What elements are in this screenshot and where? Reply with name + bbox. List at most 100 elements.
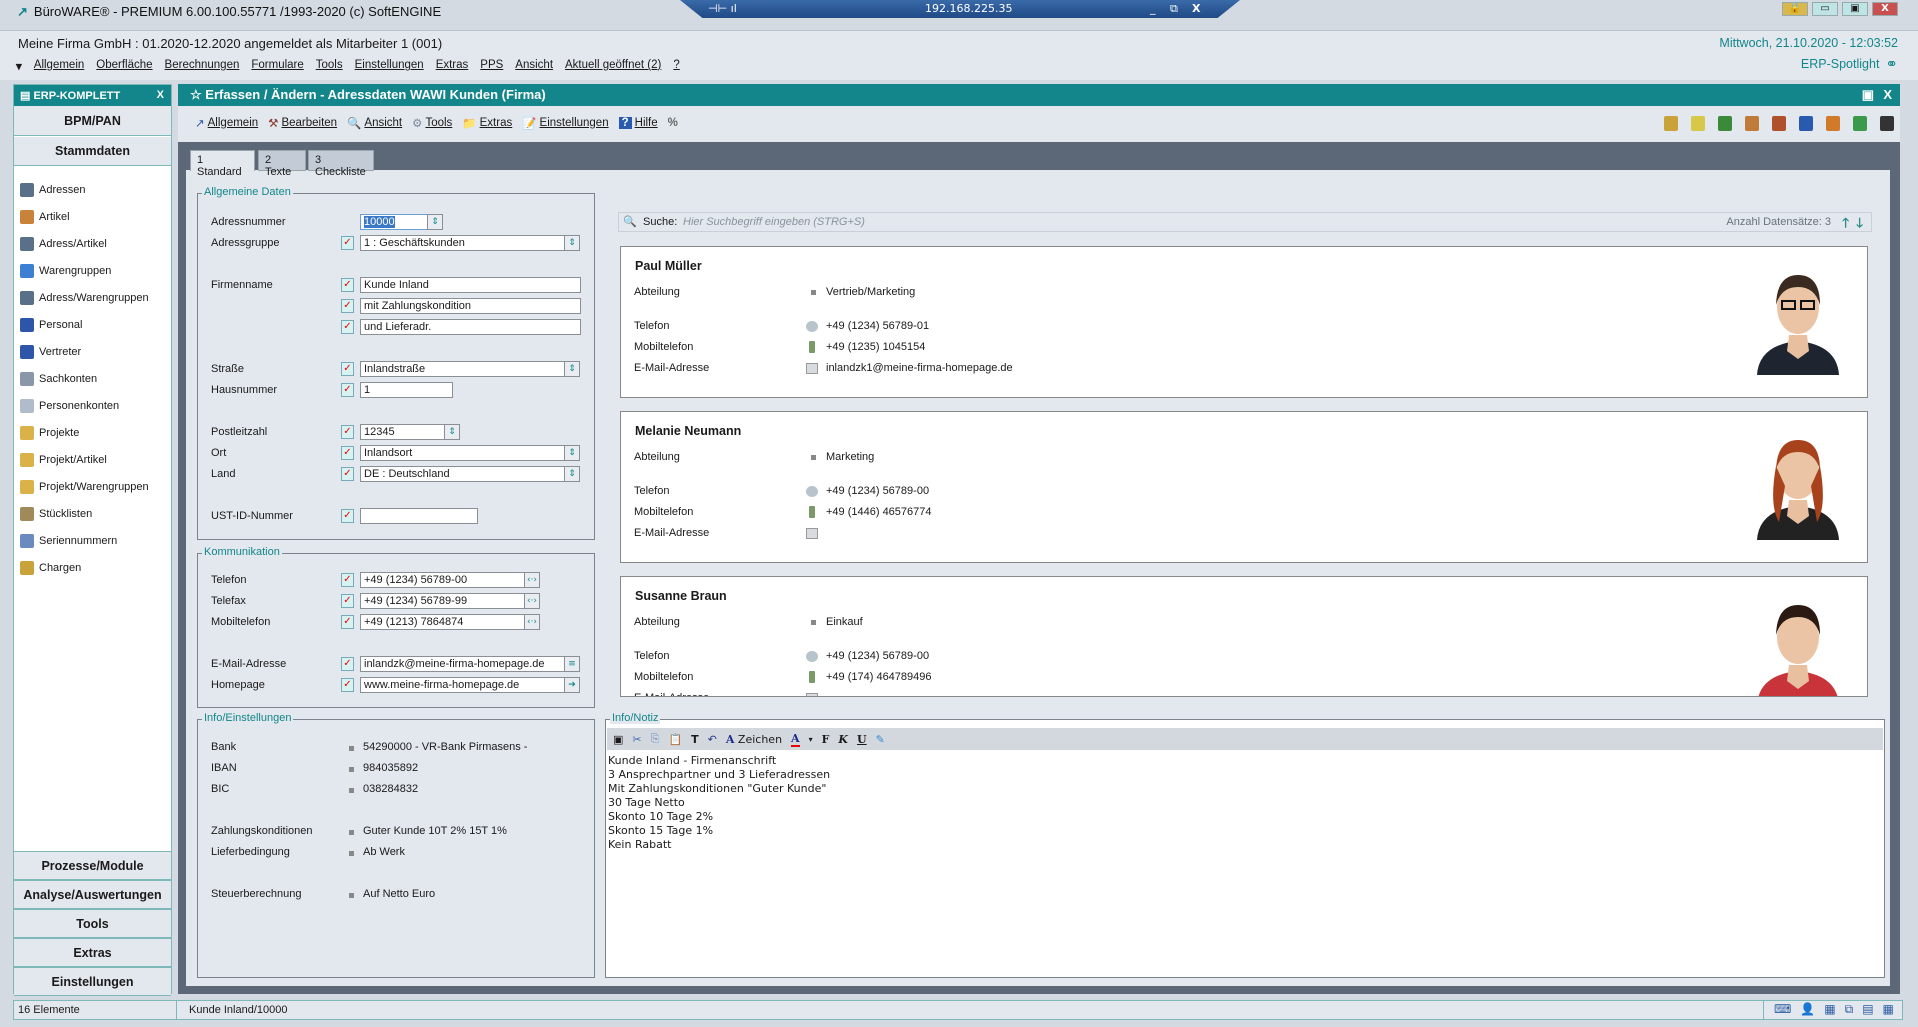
sidebar-item[interactable]: Stücklisten — [20, 507, 92, 521]
check-icon[interactable]: ✓ — [341, 573, 354, 587]
edit-icon[interactable]: ✎ — [876, 733, 885, 746]
ort-dropdown[interactable]: ⇕ — [564, 445, 580, 461]
strasse-dropdown[interactable]: ⇕ — [564, 361, 580, 377]
check-icon[interactable]: ✓ — [341, 615, 354, 629]
check-icon[interactable]: ✓ — [341, 362, 354, 376]
cut-icon[interactable]: ✂ — [632, 733, 641, 746]
calculator-icon[interactable]: ▦ — [1824, 1002, 1835, 1017]
bold-icon[interactable]: F — [822, 733, 830, 746]
window-close-button[interactable]: X — [1883, 87, 1892, 102]
copy-icon[interactable] — [1799, 116, 1813, 131]
check-icon[interactable]: ✓ — [341, 236, 354, 250]
contact-email-value[interactable]: inlandzk1@meine-firma-homepage.de — [826, 362, 1013, 374]
chevron-down-icon[interactable]: ▾ — [809, 735, 813, 744]
toolbar-tools-button[interactable]: ⚙ Tools — [412, 116, 452, 130]
sidebar-item[interactable]: Adress/Warengruppen — [20, 291, 149, 305]
dial-button[interactable]: ‹·› — [524, 614, 540, 630]
adressnummer-spinner[interactable]: ⇕ — [427, 214, 443, 230]
arrow-up-icon[interactable]: 🡑 — [1842, 214, 1849, 236]
check-icon[interactable]: ✓ — [341, 446, 354, 460]
land-select[interactable]: DE : Deutschland — [360, 466, 565, 482]
italic-icon[interactable]: K — [838, 733, 848, 746]
contact-card[interactable]: Melanie Neumann Abteilung Marketing Telefon… — [620, 411, 1868, 563]
check-icon[interactable]: ✓ — [341, 299, 354, 313]
toolbar-bearbeiten-button[interactable]: ⚒ Bearbeiten — [268, 116, 337, 130]
remote-session-bar[interactable]: ⊣⊢ ıl 192.168.225.35 _ ⧉ X — [680, 0, 1240, 18]
ort-input[interactable]: Inlandsort — [360, 445, 565, 461]
paste-text-icon[interactable]: T — [691, 733, 699, 746]
undo-icon[interactable]: ↶ — [708, 733, 717, 746]
toolbar-allgemein-button[interactable]: ↗ Allgemein — [195, 116, 258, 130]
menu-item[interactable]: Oberfläche — [96, 59, 152, 73]
strasse-input[interactable]: Inlandstraße — [360, 361, 565, 377]
binoculars-icon[interactable]: ⚭ — [1885, 55, 1898, 73]
sidebar-item[interactable]: Projekte — [20, 426, 79, 440]
firmenname-1-input[interactable]: Kunde Inland — [360, 277, 581, 293]
lock-button[interactable]: 🔒 — [1782, 2, 1808, 16]
minimize-button[interactable]: ▭ — [1812, 2, 1838, 16]
tab-1[interactable]: 1 Standard — [190, 150, 255, 178]
email-menu-button[interactable]: ≡ — [564, 656, 580, 672]
contact-card[interactable]: Susanne Braun Abteilung Einkauf Telefon +49 … — [620, 576, 1868, 697]
check-icon[interactable]: ✓ — [341, 594, 354, 608]
hausnummer-input[interactable]: 1 — [360, 382, 453, 398]
remote-minimize-icon[interactable]: _ — [1150, 2, 1156, 15]
contact-card[interactable]: Paul Müller Abteilung Vertrieb/Marketing Te… — [620, 246, 1868, 398]
check-icon[interactable]: ✓ — [341, 278, 354, 292]
user-edit-icon[interactable]: 👤 — [1800, 1002, 1815, 1017]
sidebar-item[interactable]: Personal — [20, 318, 82, 332]
check-icon[interactable]: ✓ — [341, 383, 354, 397]
tab-2[interactable]: 2 Texte — [258, 150, 306, 178]
check-icon[interactable]: ✓ — [341, 657, 354, 671]
adressgruppe-dropdown[interactable]: ⇕ — [564, 235, 580, 251]
check-icon[interactable]: ✓ — [341, 509, 354, 523]
sidebar-item[interactable]: Adress/Artikel — [20, 237, 107, 251]
firmenname-2-input[interactable]: mit Zahlungskondition — [360, 298, 581, 314]
check-icon[interactable]: ✓ — [341, 678, 354, 692]
remote-close-icon[interactable]: X — [1192, 2, 1200, 15]
sidebar-item[interactable]: Warengruppen — [20, 264, 111, 278]
sidebar-item[interactable]: Chargen — [20, 561, 81, 575]
package-icon[interactable] — [1826, 116, 1840, 131]
sidebar-item[interactable]: Adressen — [20, 183, 85, 197]
menu-dropdown-icon[interactable]: ▾ — [16, 59, 22, 73]
sidebar-item[interactable]: Vertreter — [20, 345, 81, 359]
keyboard-icon[interactable]: ⌨ — [1774, 1002, 1791, 1017]
pin-icon[interactable]: ⊣⊢ ıl — [708, 2, 737, 15]
adressgruppe-select[interactable]: 1 : Geschäftskunden — [360, 235, 565, 251]
sidebar-section[interactable]: Analyse/Auswertungen — [14, 880, 171, 909]
sidebar-item[interactable]: Seriennummern — [20, 534, 117, 548]
adressnummer-input[interactable]: 10000 — [360, 214, 428, 230]
copy-icon[interactable]: ⎘ — [651, 732, 660, 746]
percent-icon[interactable]: % — [668, 117, 678, 129]
homepage-input[interactable]: www.meine-firma-homepage.de — [360, 677, 565, 693]
maximize-button[interactable]: ▣ — [1842, 2, 1868, 16]
menu-item[interactable]: Ansicht — [515, 59, 553, 73]
open-homepage-button[interactable]: ➔ — [564, 677, 580, 693]
plz-input[interactable]: 12345 — [360, 424, 445, 440]
menu-item[interactable]: Einstellungen — [355, 59, 424, 73]
window-maximize-icon[interactable]: ▣ — [1862, 87, 1874, 103]
menu-item[interactable]: Formulare — [251, 59, 303, 73]
arrow-down-icon[interactable]: 🡓 — [1856, 214, 1863, 236]
firmenname-3-input[interactable]: und Lieferadr. — [360, 319, 581, 335]
tab-3[interactable]: 3 Checkliste — [308, 150, 374, 178]
sidebar-section[interactable]: Prozesse/Module — [14, 851, 171, 880]
favorite-star-icon[interactable]: ☆ — [190, 87, 205, 102]
save-icon[interactable] — [1880, 116, 1894, 131]
plz-dropdown[interactable]: ⇕ — [444, 424, 460, 440]
font-color-icon[interactable]: A — [791, 732, 800, 747]
close-button[interactable]: X — [1872, 2, 1898, 16]
menu-item[interactable]: Aktuell geöffnet (2) — [565, 59, 661, 73]
underline-icon[interactable]: U — [857, 733, 867, 746]
remote-restore-icon[interactable]: ⧉ — [1170, 2, 1178, 16]
telefax-input[interactable]: +49 (1234) 56789-99 — [360, 593, 525, 609]
land-dropdown[interactable]: ⇕ — [564, 466, 580, 482]
sidebar-item[interactable]: Sachkonten — [20, 372, 97, 386]
contact-icon[interactable] — [1772, 116, 1786, 131]
toolbar-ansicht-button[interactable]: 🔍 Ansicht — [347, 116, 402, 130]
sidebar-section[interactable]: Tools — [14, 909, 171, 938]
check-icon[interactable]: ✓ — [341, 320, 354, 334]
menu-item[interactable]: Allgemein — [34, 59, 85, 73]
toolbar-extras-button[interactable]: 📁 Extras — [462, 116, 512, 130]
